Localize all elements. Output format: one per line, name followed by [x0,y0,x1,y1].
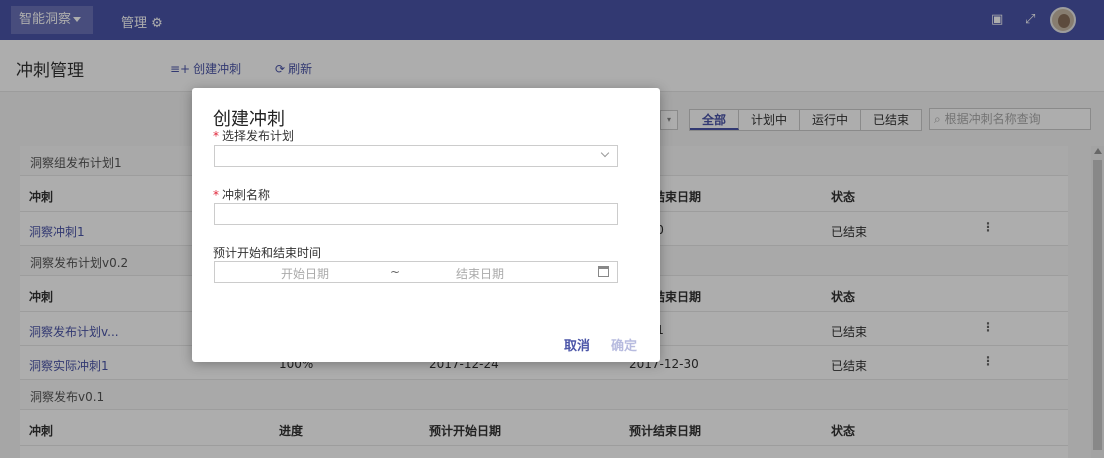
required-mark: * [213,129,219,143]
date-separator: ~ [390,265,401,279]
time-field-label: 预计开始和结束时间 [213,246,322,260]
sprint-name-input[interactable] [214,203,618,225]
calendar-icon[interactable] [598,266,609,277]
required-mark: * [213,188,219,202]
start-date-input[interactable]: 开始日期 [281,265,329,282]
name-field-label: * 冲刺名称 [213,186,270,203]
cancel-button[interactable]: 取消 [564,335,590,354]
end-date-input[interactable]: 结束日期 [456,265,504,282]
plan-label-text: 选择发布计划 [222,129,295,143]
release-plan-select[interactable] [214,145,618,167]
plan-field-label: * 选择发布计划 [213,127,294,144]
name-label-text: 冲刺名称 [222,188,271,202]
create-sprint-dialog: 创建冲刺 * 选择发布计划 * 冲刺名称 预计开始和结束时间 开始日期 ~ 结束日期… [192,88,660,362]
confirm-button[interactable]: 确定 [611,335,637,354]
date-range-picker[interactable]: 开始日期 ~ 结束日期 [214,261,618,283]
chevron-down-icon [600,148,610,158]
